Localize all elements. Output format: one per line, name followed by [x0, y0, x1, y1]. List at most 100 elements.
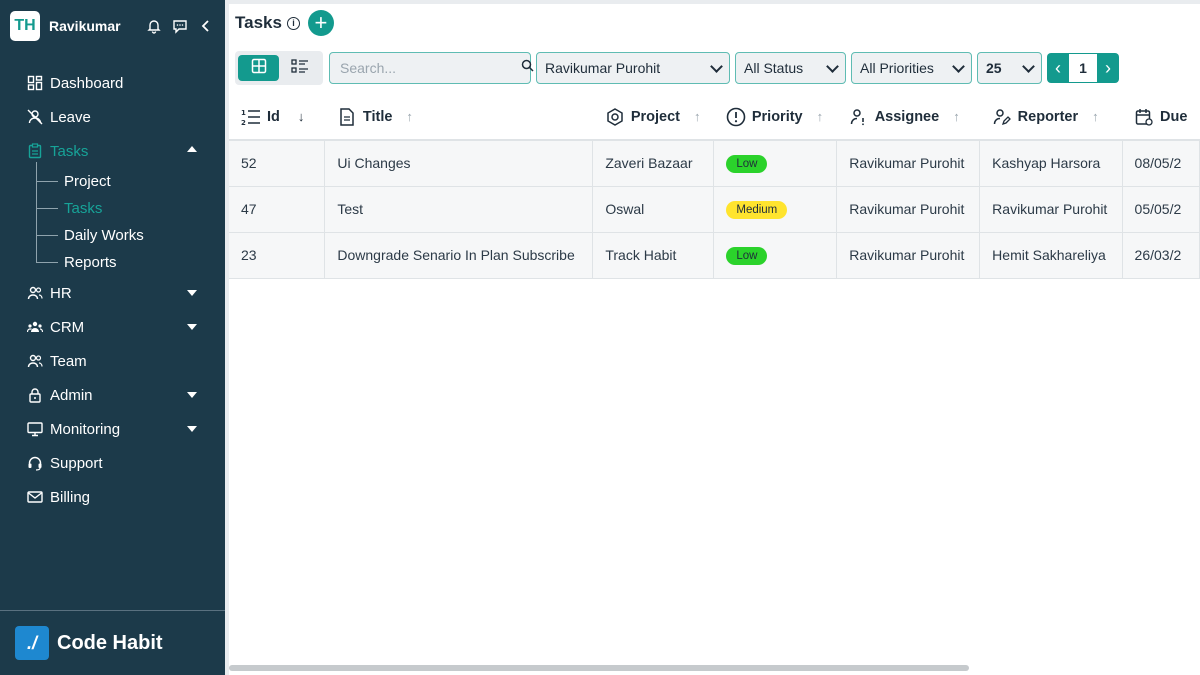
sidebar-item-dashboard[interactable]: Dashboard — [0, 66, 225, 100]
cell-id: 23 — [229, 232, 326, 279]
view-toggle — [235, 51, 323, 85]
cell-id: 52 — [229, 140, 326, 187]
cell-title[interactable]: Test — [324, 186, 594, 233]
cell-due: 05/05/2 — [1122, 186, 1200, 233]
column-label: Reporter — [1017, 108, 1079, 125]
priority-badge: Low — [726, 154, 768, 173]
cell-priority: Low — [713, 140, 838, 187]
chevron-down-icon — [826, 59, 839, 73]
sidebar-item-billing[interactable]: Billing — [0, 480, 225, 514]
priority-badge: Medium — [726, 200, 788, 219]
sidebar-item-label: HR — [50, 284, 72, 302]
calendar-icon — [1134, 107, 1154, 127]
status-select-value: All Status — [744, 60, 804, 76]
column-header-assignee[interactable]: Assignee ↑ — [836, 94, 980, 141]
search-input[interactable] — [340, 60, 521, 76]
subnav-item-reports[interactable]: Reports — [36, 249, 225, 276]
cell-id: 47 — [229, 186, 326, 233]
cell-assignee: Ravikumar Purohit — [836, 232, 981, 279]
column-header-id[interactable]: 12 Id ↓ — [229, 94, 325, 141]
dashboard-icon — [26, 74, 44, 92]
priority-select[interactable]: All Priorities — [851, 52, 972, 84]
sidebar-item-team[interactable]: Team — [0, 344, 225, 378]
add-task-button[interactable]: + — [307, 10, 334, 36]
cell-title[interactable]: Ui Changes — [324, 140, 594, 187]
sidebar-item-hr[interactable]: HR — [0, 276, 225, 310]
sidebar-item-tasks[interactable]: Tasks — [0, 134, 225, 168]
column-label: Id — [267, 108, 280, 125]
sidebar-item-monitoring[interactable]: Monitoring — [0, 412, 225, 446]
mail-icon — [26, 488, 44, 506]
sort-asc-icon[interactable]: ↑ — [817, 109, 824, 124]
svg-text:2: 2 — [241, 119, 246, 126]
table-row[interactable]: 23 Downgrade Senario In Plan Subscribe T… — [229, 232, 1200, 279]
sort-desc-icon[interactable]: ↓ — [298, 109, 305, 124]
status-select[interactable]: All Status — [735, 52, 846, 84]
sidebar-item-leave[interactable]: Leave — [0, 100, 225, 134]
sidebar-item-label: Billing — [50, 488, 91, 506]
next-page-button[interactable]: › — [1097, 53, 1119, 83]
sidebar-item-crm[interactable]: CRM — [0, 310, 225, 344]
grid-icon — [251, 58, 267, 79]
sidebar-item-admin[interactable]: Admin — [0, 378, 225, 412]
collapse-chevron-icon[interactable] — [197, 17, 215, 35]
sort-asc-icon[interactable]: ↑ — [953, 109, 960, 124]
page-size-select[interactable]: 25 — [977, 52, 1042, 84]
sidebar-item-label: Support — [50, 454, 103, 472]
priority-select-value: All Priorities — [860, 60, 934, 76]
table-row[interactable]: 47 Test Oswal Medium Ravikumar Purohit R… — [229, 186, 1200, 233]
cell-title[interactable]: Downgrade Senario In Plan Subscribe — [324, 232, 594, 279]
brand-name: Code Habit — [57, 631, 163, 654]
sidebar-nav: Dashboard Leave Tasks Project Tasks Dail… — [0, 66, 225, 514]
sidebar-item-label: Tasks — [50, 142, 89, 160]
cell-reporter: Hemit Sakhareliya — [979, 232, 1123, 279]
info-icon[interactable]: i — [286, 16, 300, 30]
assignee-select[interactable]: Ravikumar Purohit — [536, 52, 730, 84]
prev-page-button[interactable]: ‹ — [1047, 53, 1069, 83]
grid-view-button[interactable] — [238, 55, 279, 81]
current-page[interactable]: 1 — [1069, 53, 1097, 83]
tasks-table: 12 Id ↓ Title ↑ Project ↑ Priority ↑ Ass… — [229, 94, 1200, 279]
subnav-item-tasks[interactable]: Tasks — [36, 195, 225, 222]
toolbar: Ravikumar Purohit All Status All Priorit… — [229, 42, 1200, 94]
cell-assignee: Ravikumar Purohit — [836, 140, 981, 187]
sort-asc-icon[interactable]: ↑ — [1092, 109, 1099, 124]
brand-logo: ./ — [15, 626, 49, 660]
column-header-reporter[interactable]: Reporter ↑ — [979, 94, 1123, 141]
priority-badge: Low — [726, 246, 768, 265]
tasks-subnav: Project Tasks Daily Works Reports — [36, 162, 225, 276]
sort-asc-icon[interactable]: ↑ — [694, 109, 701, 124]
monitor-icon — [26, 420, 44, 438]
sidebar-item-label: Dashboard — [50, 74, 124, 92]
sidebar-item-support[interactable]: Support — [0, 446, 225, 480]
caret-down-icon — [187, 392, 197, 398]
horizontal-scrollbar[interactable] — [229, 665, 969, 671]
column-header-due[interactable]: Due — [1122, 94, 1200, 141]
column-header-title[interactable]: Title ↑ — [324, 94, 593, 141]
column-header-project[interactable]: Project ↑ — [592, 94, 714, 141]
chevron-down-icon — [952, 59, 965, 73]
list-view-button[interactable] — [279, 55, 320, 81]
column-label: Project — [630, 108, 681, 125]
username: Ravikumar — [49, 18, 121, 34]
search-icon[interactable] — [521, 59, 534, 77]
subnav-item-project[interactable]: Project — [36, 168, 225, 195]
page-size-value: 25 — [986, 60, 1002, 76]
table-row[interactable]: 52 Ui Changes Zaveri Bazaar Low Ravikuma… — [229, 140, 1200, 187]
bell-icon[interactable] — [145, 17, 163, 35]
sidebar-item-label: Admin — [50, 386, 93, 404]
crm-icon — [26, 318, 44, 336]
column-label: Assignee — [874, 108, 940, 125]
column-header-priority[interactable]: Priority ↑ — [713, 94, 837, 141]
sort-asc-icon[interactable]: ↑ — [406, 109, 413, 124]
subnav-item-daily-works[interactable]: Daily Works — [36, 222, 225, 249]
cell-project: Oswal — [592, 186, 715, 233]
svg-text:1: 1 — [241, 109, 246, 117]
chat-icon[interactable] — [171, 17, 189, 35]
app-logo: TH — [10, 11, 40, 41]
caret-down-icon — [187, 324, 197, 330]
numbered-list-icon: 12 — [241, 107, 261, 127]
document-icon — [337, 107, 357, 127]
main-content: Tasks i + Ravikumar Purohit All Status A… — [229, 4, 1200, 675]
caret-up-icon — [187, 146, 197, 152]
